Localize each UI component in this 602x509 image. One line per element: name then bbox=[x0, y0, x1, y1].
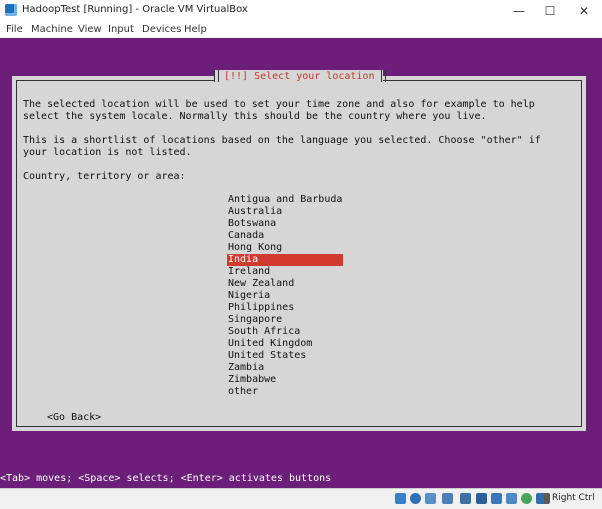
menu-file[interactable]: File bbox=[6, 24, 23, 35]
info-paragraph-line-1: The selected location will be used to se… bbox=[23, 99, 535, 110]
country-list: Antigua and Barbuda Australia Botswana C… bbox=[227, 194, 343, 398]
country-option-nigeria[interactable]: Nigeria bbox=[227, 290, 343, 302]
menu-view[interactable]: View bbox=[78, 24, 102, 35]
dialog-title-bracket-right bbox=[381, 70, 386, 82]
country-option-botswana[interactable]: Botswana bbox=[227, 218, 343, 230]
go-back-button[interactable]: <Go Back> bbox=[47, 412, 101, 423]
minimize-button[interactable]: — bbox=[504, 2, 534, 20]
audio-icon[interactable] bbox=[425, 493, 436, 504]
country-option-other[interactable]: other bbox=[227, 386, 343, 398]
menu-devices[interactable]: Devices bbox=[142, 24, 181, 35]
display-icon[interactable] bbox=[491, 493, 502, 504]
maximize-button[interactable]: ☐ bbox=[535, 2, 565, 20]
video-capture-icon[interactable] bbox=[506, 493, 517, 504]
mouse-integration-icon[interactable] bbox=[521, 493, 532, 504]
shared-folders-icon[interactable] bbox=[476, 493, 487, 504]
window-titlebar: HadoopTest [Running] - Oracle VM Virtual… bbox=[0, 0, 602, 22]
host-key-label: Right Ctrl bbox=[552, 493, 595, 503]
optical-drive-icon[interactable] bbox=[410, 493, 421, 504]
menu-help[interactable]: Help bbox=[184, 24, 207, 35]
menu-machine[interactable]: Machine bbox=[31, 24, 73, 35]
country-option-philippines[interactable]: Philippines bbox=[227, 302, 343, 314]
country-option-zimbabwe[interactable]: Zimbabwe bbox=[227, 374, 343, 386]
vm-console-screen[interactable]: [!!] Select your location The selected l… bbox=[0, 38, 602, 488]
keyboard-help-bar: <Tab> moves; <Space> selects; <Enter> ac… bbox=[0, 472, 602, 486]
country-option-singapore[interactable]: Singapore bbox=[227, 314, 343, 326]
menu-input[interactable]: Input bbox=[108, 24, 134, 35]
virtualbox-app-icon bbox=[5, 4, 17, 16]
country-option-zambia[interactable]: Zambia bbox=[227, 362, 343, 374]
country-option-india-selected[interactable]: India bbox=[227, 254, 343, 266]
country-option-united-states[interactable]: United States bbox=[227, 350, 343, 362]
dialog-title-bracket-left bbox=[214, 70, 219, 82]
menu-bar: File Machine View Input Devices Help bbox=[0, 22, 602, 38]
location-dialog: [!!] Select your location The selected l… bbox=[12, 70, 586, 431]
vm-status-bar: Right Ctrl bbox=[0, 488, 602, 509]
keyboard-help-text: <Tab> moves; <Space> selects; <Enter> ac… bbox=[0, 473, 332, 484]
hard-disk-icon[interactable] bbox=[395, 493, 406, 504]
network-icon[interactable] bbox=[442, 493, 453, 504]
country-option-hong-kong[interactable]: Hong Kong bbox=[227, 242, 343, 254]
country-option-australia[interactable]: Australia bbox=[227, 206, 343, 218]
dialog-title: [!!] Select your location bbox=[224, 71, 375, 82]
country-option-canada[interactable]: Canada bbox=[227, 230, 343, 242]
country-option-antigua-and-barbuda[interactable]: Antigua and Barbuda bbox=[227, 194, 343, 206]
country-option-united-kingdom[interactable]: United Kingdom bbox=[227, 338, 343, 350]
close-button[interactable]: ✕ bbox=[569, 2, 599, 20]
country-option-ireland[interactable]: Ireland bbox=[227, 266, 343, 278]
country-prompt: Country, territory or area: bbox=[23, 171, 186, 182]
window-title: HadoopTest [Running] - Oracle VM Virtual… bbox=[22, 4, 248, 15]
country-option-new-zealand[interactable]: New Zealand bbox=[227, 278, 343, 290]
country-option-south-africa[interactable]: South Africa bbox=[227, 326, 343, 338]
shortlist-paragraph-line-1: This is a shortlist of locations based o… bbox=[23, 135, 541, 146]
arrow-icon bbox=[544, 493, 550, 504]
info-paragraph-line-2: select the system locale. Normally this … bbox=[23, 111, 487, 122]
shortlist-paragraph-line-2: your location is not listed. bbox=[23, 147, 192, 158]
usb-icon[interactable] bbox=[460, 493, 471, 504]
